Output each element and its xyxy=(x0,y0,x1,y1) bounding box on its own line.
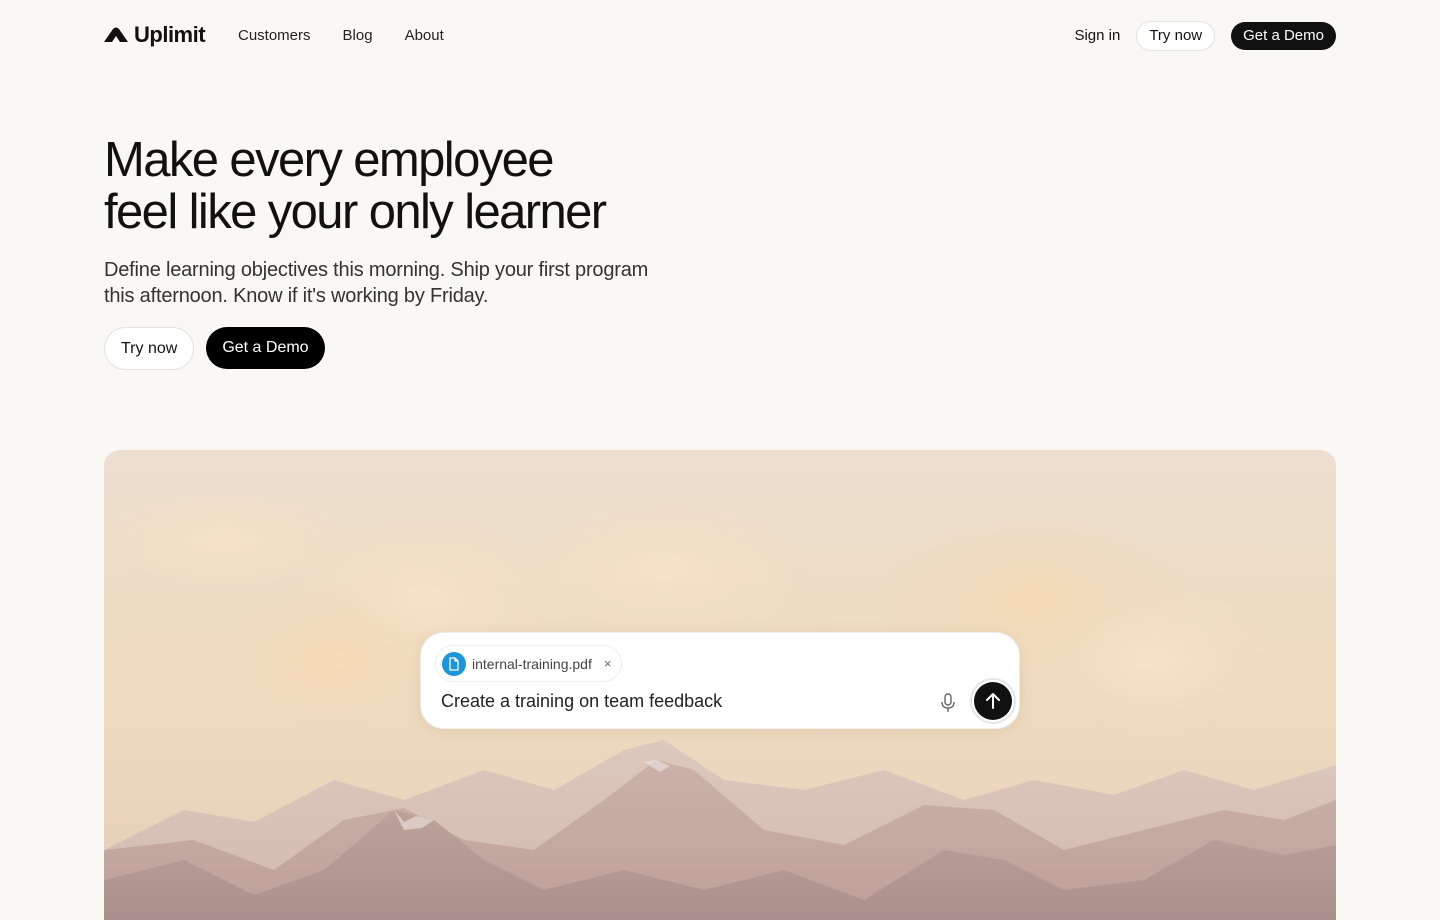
microphone-icon[interactable] xyxy=(939,693,957,713)
nav-try-now-button[interactable]: Try now xyxy=(1136,21,1216,51)
logo[interactable]: Uplimit xyxy=(104,20,206,50)
prompt-input[interactable]: Create a training on team feedback xyxy=(441,689,722,713)
hero-get-demo-button[interactable]: Get a Demo xyxy=(206,327,325,369)
hero-subtitle-line-1: Define learning objectives this morning.… xyxy=(104,259,649,281)
brand-name: Uplimit xyxy=(134,22,206,47)
arrow-up-icon xyxy=(986,693,1000,709)
hero-title-line-1: Make every employee xyxy=(104,133,555,187)
nav-links: Customers Blog About xyxy=(238,26,444,46)
mountain-logo-icon xyxy=(104,27,128,42)
hero-title-line-2: feel like your only learner xyxy=(104,185,607,239)
close-icon[interactable]: × xyxy=(604,656,612,671)
attachment-name: internal-training.pdf xyxy=(472,655,592,672)
nav-actions: Sign in Try now Get a Demo xyxy=(1074,21,1336,51)
hero-subtitle: Define learning objectives this morning.… xyxy=(104,257,704,309)
send-button[interactable] xyxy=(970,678,1016,724)
attachment-chip[interactable]: internal-training.pdf × xyxy=(435,645,623,682)
top-nav: Uplimit Customers Blog About Sign in Try… xyxy=(0,0,1440,72)
hero-cta-group: Try now Get a Demo xyxy=(104,327,325,370)
hero-try-now-button[interactable]: Try now xyxy=(104,327,195,370)
file-icon xyxy=(442,651,466,676)
sign-in-link[interactable]: Sign in xyxy=(1074,26,1120,46)
send-button-core xyxy=(974,682,1012,720)
hero-subtitle-line-2: this afternoon. Know if it's working by … xyxy=(104,285,489,307)
prompt-box[interactable]: internal-training.pdf × Create a trainin… xyxy=(420,632,1020,729)
nav-link-customers[interactable]: Customers xyxy=(238,26,311,46)
nav-link-blog[interactable]: Blog xyxy=(343,26,373,46)
nav-get-demo-button[interactable]: Get a Demo xyxy=(1231,22,1336,50)
nav-link-about[interactable]: About xyxy=(405,26,444,46)
hero-title: Make every employee feel like your only … xyxy=(104,134,804,238)
